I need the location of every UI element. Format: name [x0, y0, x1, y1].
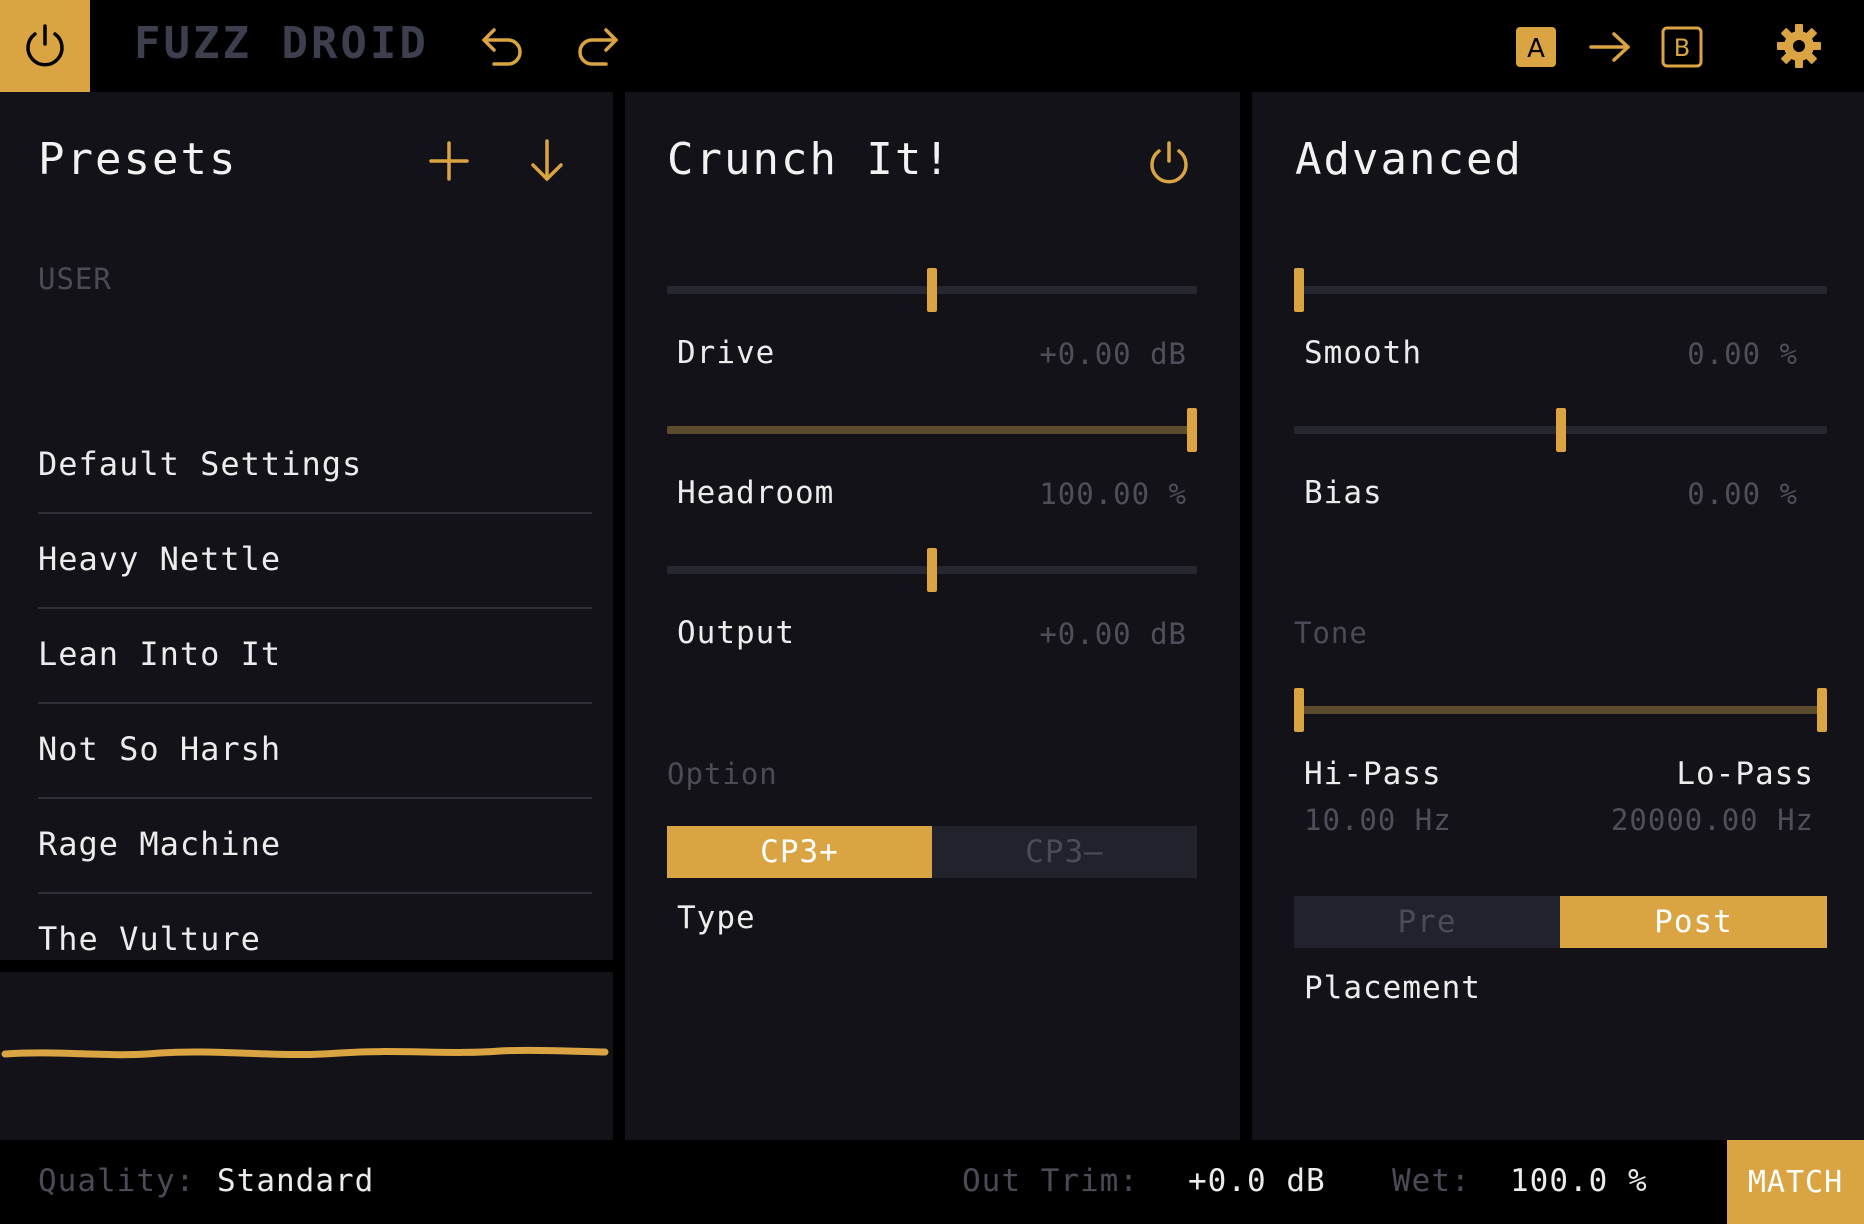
smooth-slider[interactable]: [1294, 268, 1827, 312]
user-section-label: USER: [38, 262, 112, 296]
redo-icon: [578, 28, 618, 66]
advanced-title: Advanced: [1295, 134, 1523, 185]
ab-slot-b-button[interactable]: B: [1658, 24, 1706, 70]
ab-b-icon: B: [1661, 26, 1703, 68]
ab-a-icon: A: [1516, 27, 1556, 67]
crunch-panel: Crunch It! Drive +0.00 dB Headroom 100.0…: [625, 92, 1240, 1140]
presets-panel: Presets USER Default Settings Heavy Nett…: [0, 92, 613, 1031]
gear-icon: [1777, 24, 1821, 68]
preset-label: Lean Into It: [38, 635, 282, 673]
type-label: Type: [677, 900, 756, 936]
drive-value: +0.00 dB: [1039, 337, 1187, 371]
headroom-slider[interactable]: [667, 408, 1197, 452]
type-option-cp3-minus[interactable]: CP3–: [932, 826, 1197, 878]
bias-label: Bias: [1304, 475, 1383, 511]
placement-option-post[interactable]: Post: [1560, 896, 1827, 948]
slider-track: [1294, 286, 1827, 294]
out-trim-label: Out Trim:: [962, 1163, 1139, 1199]
waveform-line: [1, 1046, 609, 1059]
preset-label: Rage Machine: [38, 825, 282, 863]
hipass-value: 10.00 Hz: [1304, 803, 1452, 837]
power-icon: [26, 24, 64, 67]
undo-button[interactable]: [474, 20, 530, 72]
preset-item[interactable]: Heavy Nettle: [38, 514, 592, 609]
svg-text:A: A: [1527, 34, 1545, 64]
drive-label: Drive: [677, 335, 776, 371]
advanced-panel: Advanced Smooth 0.00 % Bias 0.00 % Tone …: [1252, 92, 1864, 1140]
presets-title: Presets: [38, 134, 238, 185]
output-value: +0.00 dB: [1039, 617, 1187, 651]
type-option-cp3-plus[interactable]: CP3+: [667, 826, 932, 878]
lopass-thumb[interactable]: [1817, 688, 1827, 732]
arrow-right-icon: [1589, 32, 1630, 62]
slider-thumb[interactable]: [927, 548, 937, 592]
tone-range-slider[interactable]: [1294, 688, 1827, 732]
drive-slider[interactable]: [667, 268, 1197, 312]
redo-button[interactable]: [570, 20, 626, 72]
hipass-label: Hi-Pass: [1304, 756, 1442, 792]
undo-icon: [482, 28, 522, 66]
slider-fill: [667, 426, 1197, 434]
bias-slider[interactable]: [1294, 408, 1827, 452]
smooth-label: Smooth: [1304, 335, 1422, 371]
preset-item[interactable]: Not So Harsh: [38, 704, 592, 799]
lopass-value: 20000.00 Hz: [1610, 803, 1814, 837]
match-button[interactable]: MATCH: [1727, 1140, 1864, 1224]
placement-label: Placement: [1304, 970, 1481, 1006]
quality-select[interactable]: Standard: [217, 1163, 374, 1199]
quality-label: Quality:: [38, 1163, 196, 1199]
headroom-label: Headroom: [677, 475, 835, 511]
slider-thumb[interactable]: [1294, 268, 1304, 312]
smooth-value: 0.00 %: [1687, 337, 1798, 371]
option-section-label: Option: [667, 757, 778, 791]
preset-item[interactable]: Lean Into It: [38, 609, 592, 704]
placement-option-pre[interactable]: Pre: [1294, 896, 1560, 948]
preset-label: The Vulture: [38, 920, 261, 958]
settings-button[interactable]: [1772, 20, 1826, 72]
preset-label: Heavy Nettle: [38, 540, 282, 578]
app-title: FUZZ DROID: [134, 18, 429, 69]
slider-thumb[interactable]: [1555, 408, 1566, 452]
wet-label: Wet:: [1392, 1163, 1471, 1199]
output-slider[interactable]: [667, 548, 1197, 592]
bias-value: 0.00 %: [1687, 477, 1798, 511]
preset-label: Default Settings: [38, 445, 363, 483]
slider-thumb[interactable]: [1187, 408, 1197, 452]
preset-item[interactable]: Default Settings: [38, 419, 592, 514]
slider-fill: [1294, 706, 1827, 714]
slider-thumb[interactable]: [927, 268, 937, 312]
hipass-thumb[interactable]: [1294, 688, 1304, 732]
output-label: Output: [677, 615, 795, 651]
tone-section-label: Tone: [1294, 616, 1368, 650]
preset-label: Not So Harsh: [38, 730, 282, 768]
save-preset-button[interactable]: [522, 136, 572, 186]
out-trim-value[interactable]: +0.0 dB: [1188, 1163, 1326, 1199]
wet-value[interactable]: 100.0 %: [1510, 1163, 1648, 1199]
waveform-scope-panel: [0, 972, 613, 1140]
headroom-value: 100.00 %: [1039, 477, 1187, 511]
plus-icon: [429, 141, 469, 181]
ab-copy-button[interactable]: [1586, 24, 1634, 70]
power-button[interactable]: [0, 0, 90, 92]
crunch-bypass-button[interactable]: [1142, 136, 1196, 190]
crunch-title: Crunch It!: [667, 134, 952, 185]
svg-text:B: B: [1674, 34, 1690, 62]
add-preset-button[interactable]: [424, 136, 474, 186]
power-icon: [1150, 141, 1188, 184]
lopass-label: Lo-Pass: [1676, 756, 1814, 792]
preset-item[interactable]: Rage Machine: [38, 799, 592, 894]
ab-slot-a-button[interactable]: A: [1512, 24, 1560, 70]
download-arrow-icon: [531, 139, 563, 181]
